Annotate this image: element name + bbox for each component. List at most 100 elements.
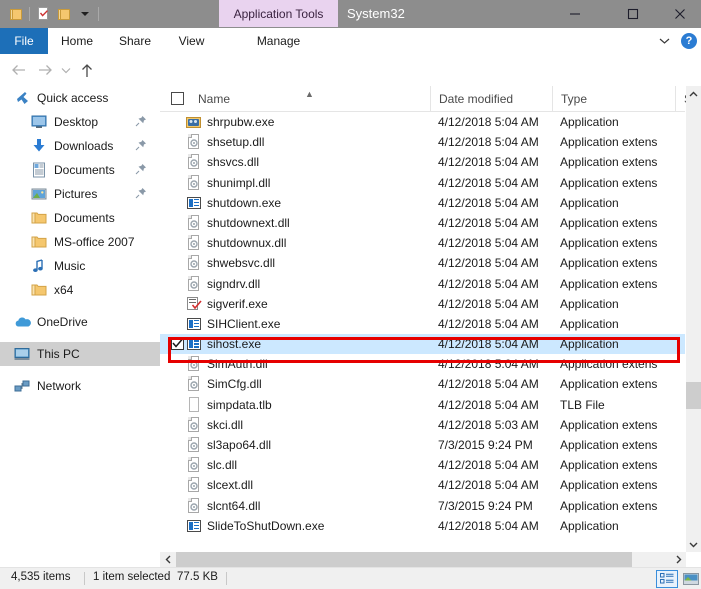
column-header-name[interactable]: Name [190, 86, 438, 111]
sidebar-item-network[interactable]: Network [0, 374, 160, 398]
table-row[interactable]: shutdownux.dll 4/12/2018 5:04 AM Applicati… [160, 233, 685, 253]
file-type-cell: Application extens [560, 438, 658, 452]
file-name-cell: signdrv.dll [207, 276, 261, 291]
table-row[interactable]: SimCfg.dll 4/12/2018 5:04 AM Application e… [160, 374, 685, 394]
table-row[interactable]: skci.dll 4/12/2018 5:03 AM Application ext… [160, 415, 685, 435]
file-name-cell: shutdownux.dll [207, 236, 287, 251]
table-row[interactable]: sl3apo64.dll 7/3/2015 9:24 PM Application … [160, 435, 685, 455]
maximize-button[interactable] [610, 0, 656, 28]
table-row[interactable]: slcext.dll 4/12/2018 5:04 AM Application e… [160, 475, 685, 495]
back-button[interactable] [8, 59, 30, 81]
sidebar-item-music[interactable]: Music [0, 254, 160, 278]
tab-file[interactable]: File [0, 28, 48, 54]
sidebar-item-downloads[interactable]: Downloads [0, 134, 160, 158]
sidebar-item-documents[interactable]: Documents [0, 206, 160, 230]
sidebar-item-pictures[interactable]: Pictures [0, 182, 160, 206]
horizontal-scrollbar-thumb[interactable] [176, 552, 632, 567]
row-checkbox[interactable] [171, 337, 184, 351]
help-icon[interactable]: ? [681, 33, 697, 49]
pin-icon[interactable] [135, 139, 148, 152]
table-row[interactable]: SlideToShutDown.exe 4/12/2018 5:04 AM Appl… [160, 516, 685, 536]
table-row[interactable]: shutdownext.dll 4/12/2018 5:04 AM Applicat… [160, 213, 685, 233]
pin-icon[interactable] [135, 163, 148, 176]
scroll-up-icon[interactable] [686, 86, 701, 102]
sidebar-item-label: Downloads [54, 139, 114, 153]
sidebar-item-quick-access[interactable]: Quick access [0, 86, 160, 110]
sidebar-item-documents[interactable]: Documents [0, 158, 160, 182]
toolbar-divider [29, 7, 30, 21]
table-row[interactable]: slc.dll 4/12/2018 5:04 AM Application exte… [160, 455, 685, 475]
pin-icon[interactable] [135, 115, 148, 128]
sidebar-item-x64[interactable]: x64 [0, 278, 160, 302]
file-date-cell: 4/12/2018 5:04 AM [438, 115, 539, 129]
network-icon [14, 378, 30, 394]
table-row[interactable]: simpdata.tlb 4/12/2018 5:04 AM TLB File [160, 395, 685, 415]
close-button[interactable] [657, 0, 701, 28]
status-bar: 4,535 items 1 item selected 77.5 KB [0, 567, 701, 589]
table-row[interactable]: sigverif.exe 4/12/2018 5:04 AM Application [160, 294, 685, 314]
table-row[interactable]: SIHClient.exe 4/12/2018 5:04 AM Applicatio… [160, 314, 685, 334]
table-row[interactable]: sihost.exe 4/12/2018 5:04 AM Application [160, 334, 685, 355]
pin-icon[interactable] [135, 187, 148, 200]
scroll-left-icon[interactable] [160, 552, 176, 567]
file-date-cell: 4/12/2018 5:04 AM [438, 215, 539, 230]
table-row[interactable]: shwebsvc.dll 4/12/2018 5:04 AM Application… [160, 253, 685, 273]
properties-icon[interactable] [33, 4, 53, 25]
sidebar-item-desktop[interactable]: Desktop [0, 110, 160, 134]
file-name-cell: sigverif.exe [207, 296, 268, 311]
quick-access-star-icon [14, 90, 30, 106]
file-name-cell: slc.dll [207, 458, 238, 473]
table-row[interactable]: signdrv.dll 4/12/2018 5:04 AM Application … [160, 274, 685, 294]
vertical-scrollbar[interactable] [686, 86, 701, 552]
downloads-icon [31, 138, 47, 154]
forward-button[interactable] [34, 59, 56, 81]
music-note-icon [31, 258, 47, 274]
details-view-button[interactable] [656, 570, 678, 588]
sidebar-item-onedrive[interactable]: OneDrive [0, 310, 160, 334]
properties-folder-icon[interactable] [6, 4, 26, 25]
new-folder-icon[interactable] [54, 4, 74, 25]
customize-dropdown-icon[interactable] [75, 4, 95, 25]
file-date-cell: 4/12/2018 5:03 AM [438, 417, 539, 432]
exe-icon [186, 316, 202, 332]
horizontal-scrollbar[interactable] [160, 552, 686, 567]
tab-share[interactable]: Share [106, 28, 164, 54]
tab-home[interactable]: Home [48, 28, 106, 54]
chevron-down-icon[interactable] [655, 32, 673, 50]
table-row[interactable]: slcnt64.dll 7/3/2015 9:24 PM Application e… [160, 496, 685, 516]
ribbon-right-controls: ? [655, 28, 697, 54]
file-type-cell: Application extens [560, 236, 658, 251]
file-type-cell: Application extens [560, 417, 658, 432]
dll-icon [186, 497, 202, 514]
file-name-cell: slcext.dll [207, 478, 254, 493]
column-header-date-modified[interactable]: Date modified [430, 86, 552, 111]
tab-manage[interactable]: Manage [219, 28, 338, 54]
selection-label: 1 item selected [93, 571, 171, 583]
table-row[interactable]: shsvcs.dll 4/12/2018 5:04 AM Application e… [160, 152, 685, 172]
scroll-down-icon[interactable] [686, 536, 701, 552]
scroll-right-icon[interactable] [670, 552, 686, 567]
table-row[interactable]: shutdown.exe 4/12/2018 5:04 AM Application [160, 193, 685, 213]
file-name-cell: shutdownext.dll [207, 215, 290, 230]
table-row[interactable]: shunimpl.dll 4/12/2018 5:04 AM Application… [160, 173, 685, 193]
column-header-type[interactable]: Type [552, 86, 675, 111]
file-type-cell: Application extens [560, 276, 658, 291]
vertical-scrollbar-thumb[interactable] [686, 382, 701, 409]
file-date-cell: 4/12/2018 5:04 AM [438, 135, 539, 150]
sidebar-item-this-pc[interactable]: This PC [0, 342, 160, 366]
file-type-cell: TLB File [560, 397, 605, 412]
table-row[interactable]: shsetup.dll 4/12/2018 5:04 AM Application … [160, 132, 685, 152]
dll-icon [186, 477, 202, 493]
recent-locations-button[interactable] [58, 59, 74, 81]
large-icons-view-button[interactable] [680, 570, 701, 588]
up-button[interactable] [76, 59, 98, 81]
table-row[interactable]: shrpubw.exe 4/12/2018 5:04 AM Application [160, 112, 685, 132]
file-date-cell: 4/12/2018 5:04 AM [438, 518, 539, 533]
select-all-checkbox[interactable] [171, 92, 184, 105]
sidebar-item-label: Documents [54, 211, 115, 225]
ribbon-tab-bar: File Home Share View Manage ? [0, 28, 701, 55]
tab-view[interactable]: View [164, 28, 219, 54]
table-row[interactable]: SimAuth.dll 4/12/2018 5:04 AM Application … [160, 354, 685, 374]
sidebar-item-ms-office-2007[interactable]: MS-office 2007 [0, 230, 160, 254]
minimize-button[interactable] [552, 0, 598, 28]
